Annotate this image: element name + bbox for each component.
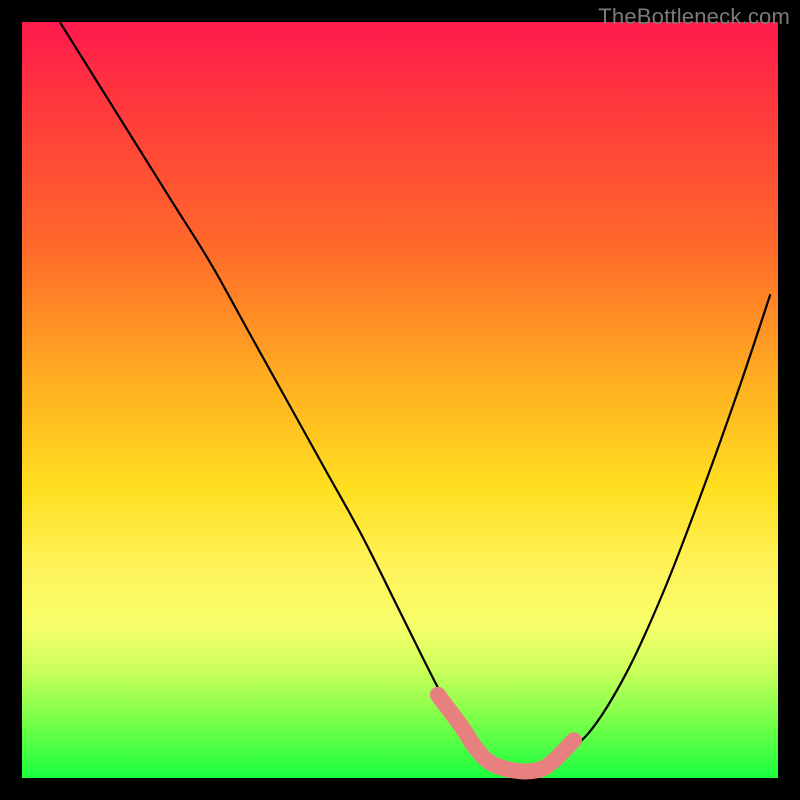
chart-stage: TheBottleneck.com: [0, 0, 800, 800]
plot-area: [22, 22, 778, 778]
valley-highlight-path: [438, 695, 574, 772]
curve-layer: [22, 22, 778, 778]
watermark-text: TheBottleneck.com: [598, 4, 790, 30]
valley-curve-path: [60, 22, 771, 771]
